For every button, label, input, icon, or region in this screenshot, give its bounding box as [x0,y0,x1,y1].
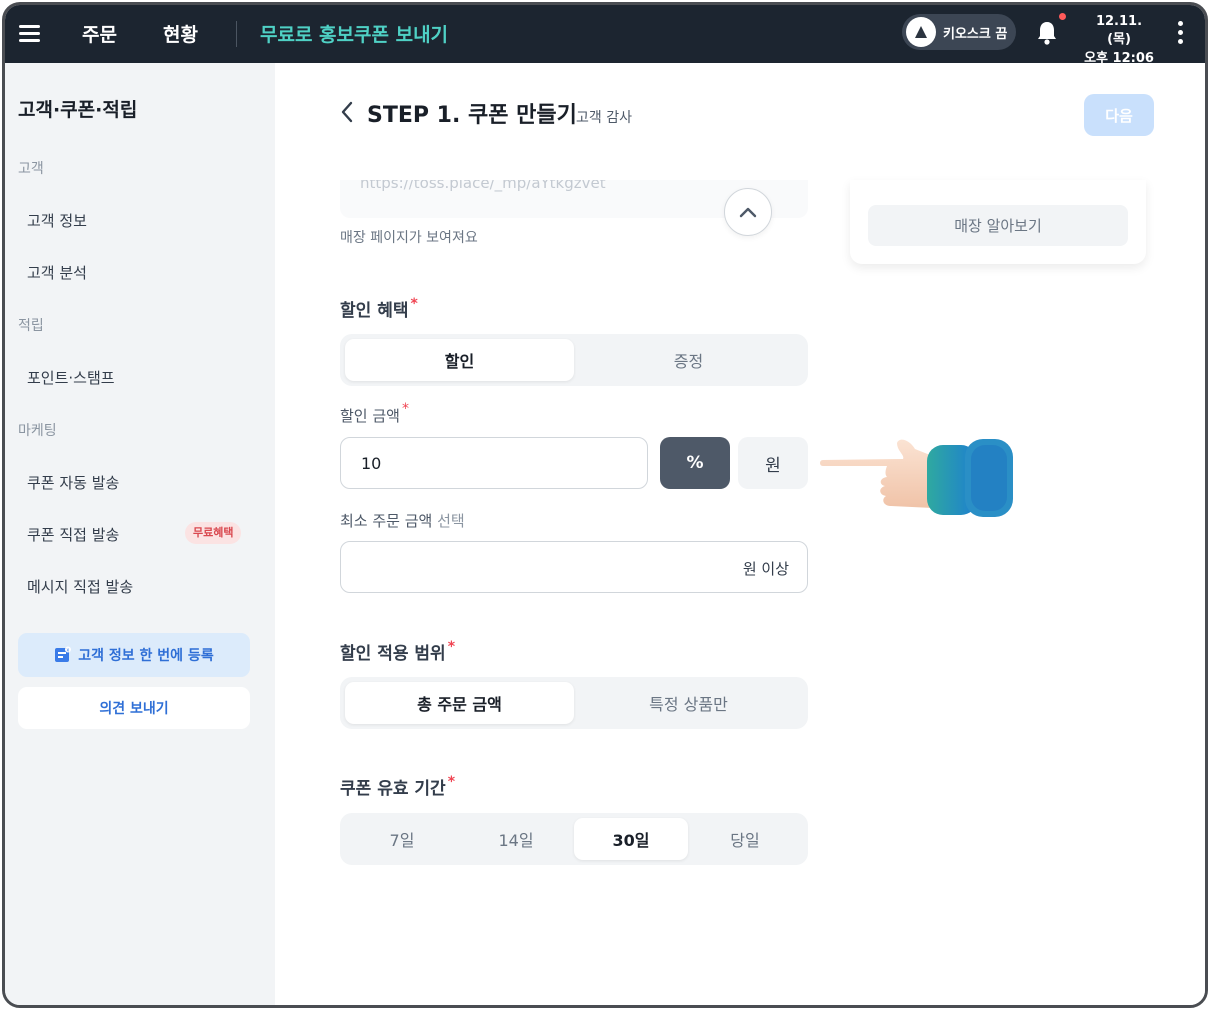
sidebar-item-customer-analysis[interactable]: 고객 분석 [27,262,87,283]
benefit-label-text: 할인 혜택 [340,301,409,321]
required-mark: * [401,401,409,417]
benefit-section-label: 할인 혜택 * [340,296,418,321]
svg-text:x: x [67,648,70,654]
menu-icon[interactable] [19,22,41,44]
kiosk-icon [906,17,936,47]
top-bar: 주문 현황 무료로 홍보쿠폰 보내기 키오스크 끔 12.11. (목) 오후 … [5,5,1205,66]
validity-section-label: 쿠폰 유효 기간 * [340,774,455,799]
validity-label-text: 쿠폰 유효 기간 [340,779,446,799]
sidebar-item-direct-coupon[interactable]: 쿠폰 직접 발송 [27,524,119,545]
min-order-input[interactable]: 원 이상 [340,541,808,593]
nav-orders[interactable]: 주문 [82,20,117,47]
bell-icon[interactable] [1035,19,1059,47]
collapse-button[interactable] [724,188,772,236]
sidebar-section-points: 적립 [18,318,44,334]
sidebar: 고객·쿠폰·적립 고객 고객 정보 고객 분석 적립 포인트·스탬프 마케팅 쿠… [5,63,275,1005]
min-order-optional: 선택 [437,512,465,530]
nav-status[interactable]: 현황 [163,20,198,47]
clock-date: 12.11. (목) [1095,14,1143,47]
next-button[interactable]: 다음 [1084,94,1154,136]
validity-option-7-days[interactable]: 7일 [345,818,459,860]
kiosk-label: 키오스크 끔 [943,26,1008,42]
sidebar-item-direct-message[interactable]: 메시지 직접 발송 [27,576,133,597]
page-title: 무료로 홍보쿠폰 보내기 [260,24,449,46]
free-benefit-badge: 무료혜택 [185,522,242,544]
kebab-menu-icon[interactable] [1177,21,1185,45]
scope-option-total-order[interactable]: 총 주문 금액 [345,682,574,724]
sidebar-item-auto-coupon[interactable]: 쿠폰 자동 발송 [27,472,119,493]
unit-percent-button[interactable]: % [660,437,730,489]
sidebar-item-customer-info[interactable]: 고객 정보 [27,210,87,231]
step-title: STEP 1. 쿠폰 만들기 [367,103,577,128]
register-customers-label: 고객 정보 한 번에 등록 [78,648,214,664]
scope-option-specific-items[interactable]: 특정 상품만 [574,682,803,724]
scope-label-text: 할인 적용 범위 [340,644,446,664]
nav-divider [236,21,237,47]
store-url-text: https://toss.place/_mp/aYtkgzvet [360,180,606,192]
benefit-option-discount[interactable]: 할인 [345,339,574,381]
unit-won-button[interactable]: 원 [738,437,808,489]
register-customers-button[interactable]: x 고객 정보 한 번에 등록 [18,633,250,677]
view-store-button[interactable]: 매장 알아보기 [868,205,1128,246]
scope-segmented-control: 총 주문 금액 특정 상품만 [340,677,808,729]
app-window: 주문 현황 무료로 홍보쿠폰 보내기 키오스크 끔 12.11. (목) 오후 … [2,2,1208,1008]
min-order-label: 최소 주문 금액 선택 [340,510,465,531]
min-order-label-text: 최소 주문 금액 [340,512,433,530]
discount-amount-input[interactable]: 10 [340,437,648,489]
back-chevron-icon[interactable] [339,100,355,124]
store-preview-card: 매장 알아보기 [850,180,1146,264]
sidebar-section-marketing: 마케팅 [18,423,57,439]
min-order-suffix: 원 이상 [742,560,789,578]
store-url-helper: 매장 페이지가 보여져요 [340,230,478,246]
pointing-hand-icon [820,439,1013,517]
required-mark: * [447,774,456,790]
discount-amount-label-text: 할인 금액 [340,407,400,425]
validity-option-14-days[interactable]: 14일 [459,818,573,860]
benefit-segmented-control: 할인 증정 [340,334,808,386]
required-mark: * [447,639,456,655]
clock: 12.11. (목) 오후 12:06 [1083,13,1155,69]
main-content: STEP 1. 쿠폰 만들기 고객 감사 다음 https://toss.pla… [275,63,1205,1005]
validity-option-same-day[interactable]: 당일 [688,818,802,860]
discount-amount-value: 10 [361,454,382,473]
sidebar-item-points-stamps[interactable]: 포인트·스탬프 [27,367,115,388]
sidebar-section-customer: 고객 [18,161,44,177]
sidebar-title: 고객·쿠폰·적립 [18,99,138,121]
chevron-up-icon [739,207,757,218]
required-mark: * [410,296,418,312]
scope-section-label: 할인 적용 범위 * [340,639,455,664]
notification-dot [1059,13,1066,20]
send-feedback-button[interactable]: 의견 보내기 [18,687,250,729]
benefit-option-gift[interactable]: 증정 [574,339,803,381]
validity-option-30-days[interactable]: 30일 [574,818,688,860]
discount-amount-label: 할인 금액 * [340,401,409,426]
kiosk-toggle[interactable]: 키오스크 끔 [902,14,1016,50]
validity-segmented-control: 7일 14일 30일 당일 [340,813,808,865]
upload-sheet-icon: x [55,646,72,662]
step-subtitle: 고객 감사 [576,110,632,126]
